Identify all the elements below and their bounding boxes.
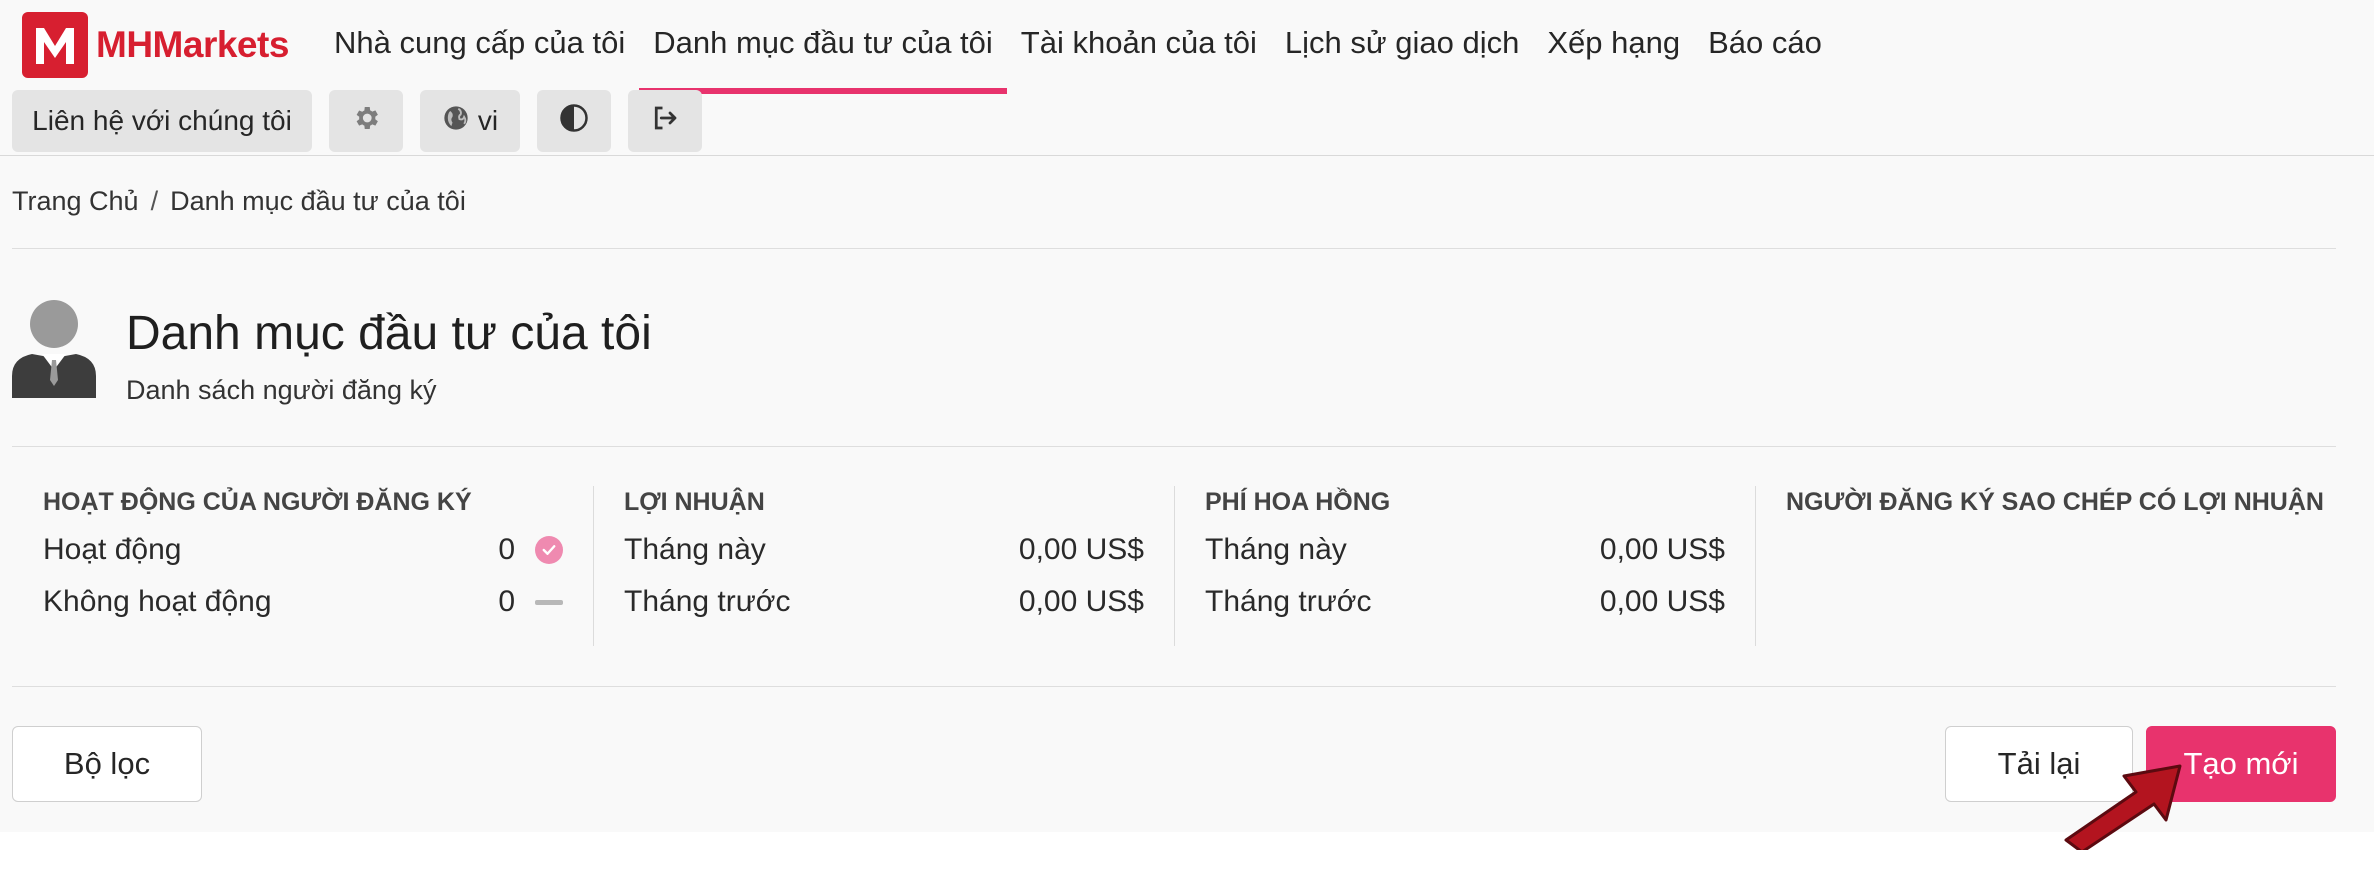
nav-item-label: Danh mục đầu tư của tôi <box>653 25 993 60</box>
stat-value: 0,00 US$ <box>1599 585 1725 618</box>
contrast-icon <box>559 103 589 140</box>
nav-item-ranking[interactable]: Xếp hạng <box>1533 0 1694 86</box>
stat-label: Tháng trước <box>1205 585 1372 618</box>
nav-item-trade-history[interactable]: Lịch sử giao dịch <box>1271 0 1533 86</box>
divider <box>12 248 2336 249</box>
stat-heading: NGƯỜI ĐĂNG KÝ SAO CHÉP CÓ LỢI NHUẬN <box>1786 488 2324 516</box>
nav-item-label: Xếp hạng <box>1547 25 1681 60</box>
nav-item-reports[interactable]: Báo cáo <box>1694 0 1836 86</box>
stat-row-this-month: Tháng này 0,00 US$ <box>1205 531 1725 569</box>
nav-item-label: Nhà cung cấp của tôi <box>334 25 626 60</box>
stat-label: Tháng trước <box>624 585 791 618</box>
language-button[interactable]: vi <box>420 90 520 152</box>
stat-value: 0,00 US$ <box>1599 533 1725 566</box>
annotation-arrow-icon <box>2064 764 2182 850</box>
dash-icon <box>535 599 563 605</box>
divider <box>12 446 2336 447</box>
nav-item-label: Tài khoản của tôi <box>1020 25 1257 60</box>
stat-heading: HOẠT ĐỘNG CỦA NGƯỜI ĐĂNG KÝ <box>43 488 472 516</box>
user-icon <box>12 300 96 398</box>
stat-label: Tháng này <box>624 533 766 566</box>
subscriber-activity-stat: HOẠT ĐỘNG CỦA NGƯỜI ĐĂNG KÝ Hoạt động 0 … <box>12 486 593 646</box>
page-titles: Danh mục đầu tư của tôi Danh sách người … <box>126 298 652 406</box>
breadcrumb-current: Danh mục đầu tư của tôi <box>170 186 466 216</box>
gear-icon <box>351 103 381 140</box>
stat-value-group: 0 <box>498 585 563 619</box>
stat-row-this-month: Tháng này 0,00 US$ <box>624 531 1144 569</box>
nav-item-label: Lịch sử giao dịch <box>1284 25 1520 60</box>
filter-button[interactable]: Bộ lọc <box>12 726 202 802</box>
stat-value: 0,00 US$ <box>1018 533 1144 566</box>
stat-heading: PHÍ HOA HỒNG <box>1205 488 1391 516</box>
stat-value: 0 <box>498 533 515 566</box>
stat-row-active: Hoạt động 0 <box>43 531 563 569</box>
page-title: Danh mục đầu tư của tôi <box>126 307 652 360</box>
brand-logo[interactable]: MHMarkets <box>22 12 289 78</box>
nav-item-label: Báo cáo <box>1708 25 1822 60</box>
page-header: Danh mục đầu tư của tôi Danh sách người … <box>12 298 652 406</box>
divider <box>12 686 2336 687</box>
logout-icon <box>650 103 680 140</box>
language-label: vi <box>477 105 499 136</box>
stat-heading: LỢI NHUẬN <box>624 488 765 516</box>
logo-icon <box>22 12 88 78</box>
breadcrumb-home[interactable]: Trang Chủ <box>12 186 139 217</box>
stat-label: Hoạt động <box>43 533 182 566</box>
top-bar: MHMarkets Nhà cung cấp của tôi Danh mục … <box>0 0 2374 156</box>
main-nav: Nhà cung cấp của tôi Danh mục đầu tư của… <box>320 0 1836 94</box>
breadcrumb-separator: / <box>150 186 159 216</box>
page-subtitle: Danh sách người đăng ký <box>126 374 437 405</box>
app-window: MHMarkets Nhà cung cấp của tôi Danh mục … <box>0 0 2374 872</box>
nav-item-providers[interactable]: Nhà cung cấp của tôi <box>320 0 639 86</box>
settings-button[interactable] <box>329 90 403 152</box>
header-toolbar: Liên hệ với chúng tôi vi <box>12 90 702 152</box>
theme-toggle-button[interactable] <box>537 90 611 152</box>
avatar <box>12 298 96 398</box>
nav-item-portfolio[interactable]: Danh mục đầu tư của tôi <box>639 0 1007 94</box>
profitable-copiers-stat: NGƯỜI ĐĂNG KÝ SAO CHÉP CÓ LỢI NHUẬN <box>1755 486 2336 646</box>
breadcrumb: Trang Chủ / Danh mục đầu tư của tôi <box>12 186 466 217</box>
stats-panel: HOẠT ĐỘNG CỦA NGƯỜI ĐĂNG KÝ Hoạt động 0 … <box>12 486 2336 646</box>
globe-icon <box>442 104 470 139</box>
commission-stat: PHÍ HOA HỒNG Tháng này 0,00 US$ Tháng tr… <box>1174 486 1755 646</box>
stat-row-last-month: Tháng trước 0,00 US$ <box>1205 583 1725 621</box>
nav-item-accounts[interactable]: Tài khoản của tôi <box>1007 0 1271 86</box>
stat-value: 0 <box>498 585 515 618</box>
logout-button[interactable] <box>628 90 702 152</box>
stat-label: Tháng này <box>1205 533 1347 566</box>
stat-label: Không hoạt động <box>43 585 272 618</box>
stat-row-inactive: Không hoạt động 0 <box>43 583 563 621</box>
stat-value: 0,00 US$ <box>1018 585 1144 618</box>
stat-row-last-month: Tháng trước 0,00 US$ <box>624 583 1144 621</box>
brand-name: MHMarkets <box>96 24 289 65</box>
profit-stat: LỢI NHUẬN Tháng này 0,00 US$ Tháng trước… <box>593 486 1174 646</box>
check-circle-icon <box>535 536 563 564</box>
contact-us-button[interactable]: Liên hệ với chúng tôi <box>12 90 312 152</box>
stat-value-group: 0 <box>498 533 563 567</box>
